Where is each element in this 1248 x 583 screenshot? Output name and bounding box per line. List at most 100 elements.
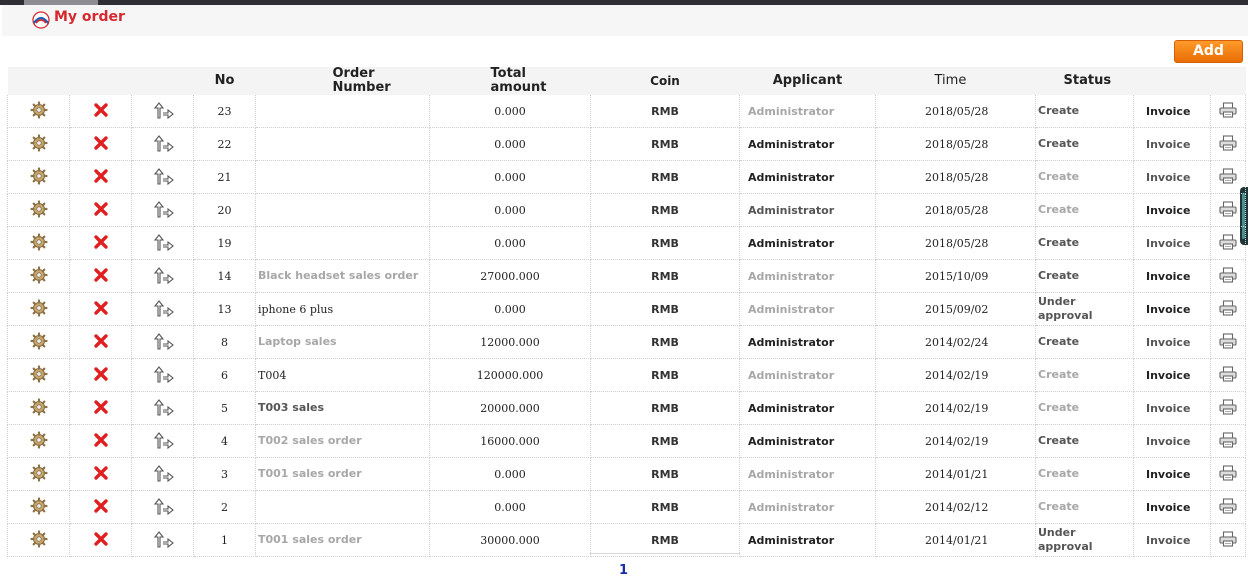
table-row: 4 T002 sales order 16000.000 RMB Administrat…	[7, 424, 1246, 458]
workflow-arrows-icon[interactable]	[152, 464, 174, 485]
row-time: 2018/05/28	[875, 95, 1036, 128]
invoice-link[interactable]: Invoice	[1133, 193, 1211, 227]
table-row: 2 0.000 RMB Administrator 2014/02/12 Create In…	[7, 490, 1246, 524]
row-time: 2014/01/21	[875, 523, 1036, 557]
orders-table: No Order Number Total amount Coin Applic…	[7, 67, 1246, 557]
delete-x-icon[interactable]	[93, 498, 109, 517]
printer-icon[interactable]	[1219, 332, 1237, 352]
workflow-arrows-icon[interactable]	[152, 365, 174, 386]
invoice-link[interactable]: Invoice	[1133, 292, 1211, 326]
row-coin: RMB	[590, 127, 740, 161]
header-print	[1210, 67, 1246, 95]
row-coin: RMB	[590, 292, 740, 326]
row-total-amount: 12000.000	[429, 325, 591, 359]
workflow-arrows-icon[interactable]	[152, 200, 174, 221]
workflow-arrows-icon[interactable]	[152, 233, 174, 254]
gear-icon[interactable]	[29, 364, 48, 386]
table-row: 19 0.000 RMB Administrator 2018/05/28 Create I…	[7, 226, 1246, 260]
printer-icon[interactable]	[1219, 299, 1237, 319]
delete-x-icon[interactable]	[93, 399, 109, 418]
printer-icon[interactable]	[1219, 398, 1237, 418]
row-no: 6	[193, 358, 256, 392]
table-row: 20 0.000 RMB Administrator 2018/05/28 Create I…	[7, 193, 1246, 227]
pager-page-1[interactable]: 1	[619, 563, 628, 578]
invoice-link[interactable]: Invoice	[1133, 259, 1211, 293]
printer-icon[interactable]	[1219, 200, 1237, 220]
invoice-link[interactable]: Invoice	[1133, 523, 1211, 557]
row-total-amount: 20000.000	[429, 391, 591, 425]
invoice-link[interactable]: Invoice	[1133, 160, 1211, 194]
workflow-arrows-icon[interactable]	[152, 299, 174, 320]
delete-x-icon[interactable]	[93, 300, 109, 319]
gear-icon[interactable]	[29, 100, 48, 122]
workflow-arrows-icon[interactable]	[152, 266, 174, 287]
row-time: 2014/01/21	[875, 457, 1036, 491]
gear-icon[interactable]	[29, 430, 48, 452]
delete-x-icon[interactable]	[93, 366, 109, 385]
gear-icon[interactable]	[29, 199, 48, 221]
invoice-link[interactable]: Invoice	[1133, 95, 1211, 128]
workflow-arrows-icon[interactable]	[152, 167, 174, 188]
workflow-arrows-icon[interactable]	[152, 398, 174, 419]
invoice-link[interactable]: Invoice	[1133, 424, 1211, 458]
invoice-link[interactable]: Invoice	[1133, 457, 1211, 491]
row-no: 23	[193, 95, 256, 128]
gear-icon[interactable]	[29, 331, 48, 353]
delete-x-icon[interactable]	[93, 333, 109, 352]
printer-icon[interactable]	[1219, 365, 1237, 385]
workflow-arrows-icon[interactable]	[152, 497, 174, 518]
table-row: 22 0.000 RMB Administrator 2018/05/28 Create I…	[7, 127, 1246, 161]
row-total-amount: 27000.000	[429, 259, 591, 293]
gear-icon[interactable]	[29, 298, 48, 320]
delete-x-icon[interactable]	[93, 234, 109, 253]
workflow-arrows-icon[interactable]	[152, 101, 174, 122]
workflow-arrows-icon[interactable]	[152, 530, 174, 551]
delete-x-icon[interactable]	[93, 135, 109, 154]
printer-icon[interactable]	[1219, 134, 1237, 154]
invoice-link[interactable]: Invoice	[1133, 391, 1211, 425]
table-row: 5 T003 sales 20000.000 RMB Administrator 2014…	[7, 391, 1246, 425]
delete-x-icon[interactable]	[93, 168, 109, 187]
row-order-number	[255, 490, 430, 524]
gear-icon[interactable]	[29, 397, 48, 419]
delete-x-icon[interactable]	[93, 201, 109, 220]
delete-x-icon[interactable]	[93, 465, 109, 484]
gear-icon[interactable]	[29, 529, 48, 551]
invoice-link[interactable]: Invoice	[1133, 226, 1211, 260]
delete-x-icon[interactable]	[93, 432, 109, 451]
row-coin: RMB	[590, 358, 740, 392]
row-total-amount: 0.000	[429, 490, 591, 524]
add-button[interactable]: Add	[1174, 40, 1243, 63]
delete-x-icon[interactable]	[93, 102, 109, 121]
gear-icon[interactable]	[29, 463, 48, 485]
row-status: Create	[1035, 226, 1134, 260]
row-time: 2018/05/28	[875, 193, 1036, 227]
gear-icon[interactable]	[29, 133, 48, 155]
delete-x-icon[interactable]	[93, 267, 109, 286]
workflow-arrows-icon[interactable]	[152, 332, 174, 353]
printer-icon[interactable]	[1219, 464, 1237, 484]
row-status: Create	[1035, 95, 1134, 128]
workflow-arrows-icon[interactable]	[152, 134, 174, 155]
gear-icon[interactable]	[29, 265, 48, 287]
printer-icon[interactable]	[1219, 167, 1237, 187]
printer-icon[interactable]	[1219, 101, 1237, 121]
delete-x-icon[interactable]	[93, 531, 109, 550]
invoice-link[interactable]: Invoice	[1133, 490, 1211, 524]
header-edit	[7, 67, 70, 95]
printer-icon[interactable]	[1219, 497, 1237, 517]
invoice-link[interactable]: Invoice	[1133, 127, 1211, 161]
printer-icon[interactable]	[1219, 266, 1237, 286]
gear-icon[interactable]	[29, 232, 48, 254]
row-no: 1	[193, 523, 256, 557]
printer-icon[interactable]	[1219, 233, 1237, 253]
invoice-link[interactable]: Invoice	[1133, 325, 1211, 359]
gear-icon[interactable]	[29, 166, 48, 188]
printer-icon[interactable]	[1219, 530, 1237, 550]
invoice-link[interactable]: Invoice	[1133, 358, 1211, 392]
table-row: 21 0.000 RMB Administrator 2018/05/28 Create I…	[7, 160, 1246, 194]
gear-icon[interactable]	[29, 496, 48, 518]
printer-icon[interactable]	[1219, 431, 1237, 451]
workflow-arrows-icon[interactable]	[152, 431, 174, 452]
row-total-amount: 0.000	[429, 193, 591, 227]
